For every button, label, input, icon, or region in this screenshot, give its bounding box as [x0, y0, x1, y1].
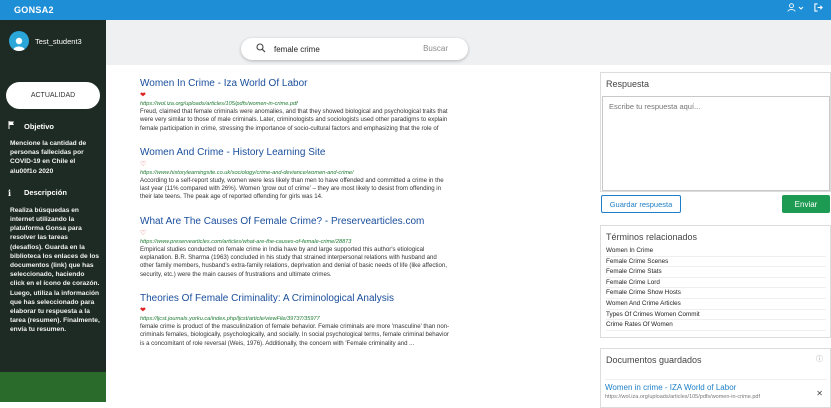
result-item: Women In Crime - Iza World Of Labor ❤ ht…: [140, 78, 450, 133]
info-icon: i: [8, 187, 12, 198]
app-name: GONSA2: [14, 5, 54, 15]
actualidad-button[interactable]: ACTUALIDAD: [6, 82, 100, 109]
result-url[interactable]: https://www.preservearticles.com/article…: [140, 239, 450, 245]
result-title[interactable]: Women And Crime - History Learning Site: [140, 147, 450, 158]
username: Test_student3: [35, 36, 82, 46]
result-item: What Are The Causes Of Female Crime? - P…: [140, 216, 450, 279]
result-snippet: female crime is product of the masculini…: [140, 322, 450, 347]
avatar: [9, 31, 29, 51]
objetivo-text: Mencione la cantidad de personas falleci…: [10, 140, 87, 175]
result-item: Women And Crime - History Learning Site …: [140, 147, 450, 202]
search-input[interactable]: [274, 42, 394, 56]
respuesta-textarea[interactable]: [602, 96, 830, 191]
result-url[interactable]: https://ljcst.journals.yorku.ca/index.ph…: [140, 316, 450, 322]
result-snippet: Freud, claimed that female criminals wer…: [140, 108, 448, 132]
descripcion-title: Descripción: [24, 188, 67, 198]
descripcion-heading: i Descripción: [8, 188, 106, 198]
close-icon[interactable]: ✕: [816, 389, 823, 398]
result-item: Theories Of Female Criminality: A Crimin…: [140, 293, 450, 348]
related-term[interactable]: Women In Crime: [606, 246, 826, 257]
result-title[interactable]: What Are The Causes Of Female Crime? - P…: [140, 216, 450, 227]
saved-document-title[interactable]: Women in crime - IZA World of Labor: [605, 383, 827, 392]
related-term[interactable]: Women And Crime Articles: [606, 299, 826, 310]
respuesta-title: Respuesta: [606, 79, 650, 89]
related-terms-card: Términos relacionados Women In Crime Fem…: [600, 225, 831, 338]
saved-document: Women in crime - IZA World of Labor http…: [605, 379, 827, 400]
search-icon: [256, 43, 266, 53]
respuesta-card: Respuesta: [600, 72, 831, 192]
heart-icon[interactable]: ❤: [140, 307, 450, 315]
search-button[interactable]: Buscar: [423, 44, 448, 53]
related-term[interactable]: Female Crime Show Hosts: [606, 288, 826, 299]
chevron-down-icon: [798, 6, 804, 10]
user-profile: Test_student3: [9, 31, 106, 51]
result-title[interactable]: Theories Of Female Criminality: A Crimin…: [140, 293, 450, 304]
related-term[interactable]: Crime Rates Of Women: [606, 320, 826, 331]
search-bar: Buscar: [241, 38, 468, 60]
heart-icon[interactable]: ♡: [140, 230, 450, 238]
heart-icon[interactable]: ❤: [140, 92, 450, 100]
result-snippet: According to a self-report study, women …: [140, 176, 444, 201]
saved-document-url: https://wol.iza.org/uploads/articles/105…: [605, 394, 760, 400]
sidebar: Test_student3 ACTUALIDAD Objetivo Mencio…: [0, 20, 106, 402]
result-snippet: Empirical studies conducted on female cr…: [140, 245, 447, 278]
related-term[interactable]: Female Crime Stats: [606, 267, 826, 278]
results-list: Women In Crime - Iza World Of Labor ❤ ht…: [140, 78, 450, 362]
related-term[interactable]: Female Crime Scenes: [606, 257, 826, 268]
descripcion-text: Realiza búsquedas en internet utilizando…: [10, 206, 100, 334]
related-term[interactable]: Types Of Crimes Women Commit: [606, 310, 826, 321]
search-header: [106, 20, 831, 65]
user-icon: [13, 37, 25, 51]
logout-icon[interactable]: [814, 3, 823, 12]
saved-documents-title: Documentos guardados: [606, 355, 702, 365]
result-url[interactable]: https://www.historylearningsite.co.uk/so…: [140, 170, 450, 176]
top-bar: GONSA2: [0, 0, 831, 20]
related-terms-list: Women In Crime Female Crime Scenes Femal…: [606, 246, 830, 331]
user-menu[interactable]: [787, 3, 804, 12]
heart-icon[interactable]: ♡: [140, 161, 450, 169]
result-url[interactable]: https://wol.iza.org/uploads/articles/105…: [140, 101, 450, 107]
sidebar-footer: [0, 372, 106, 402]
objetivo-title: Objetivo: [24, 121, 55, 131]
user-icon: [787, 3, 796, 12]
send-button[interactable]: Enviar: [782, 195, 830, 213]
flag-icon: [8, 121, 18, 131]
help-icon[interactable]: ⓘ: [816, 354, 823, 364]
related-terms-title: Términos relacionados: [606, 232, 698, 242]
result-title[interactable]: Women In Crime - Iza World Of Labor: [140, 78, 450, 89]
save-answer-button[interactable]: Guardar respuesta: [601, 195, 681, 213]
topbar-icons: [787, 3, 823, 12]
saved-documents-card: Documentos guardados ⓘ Women in crime - …: [600, 348, 831, 408]
related-term[interactable]: Female Crime Lord: [606, 278, 826, 289]
objetivo-heading: Objetivo: [8, 121, 106, 131]
